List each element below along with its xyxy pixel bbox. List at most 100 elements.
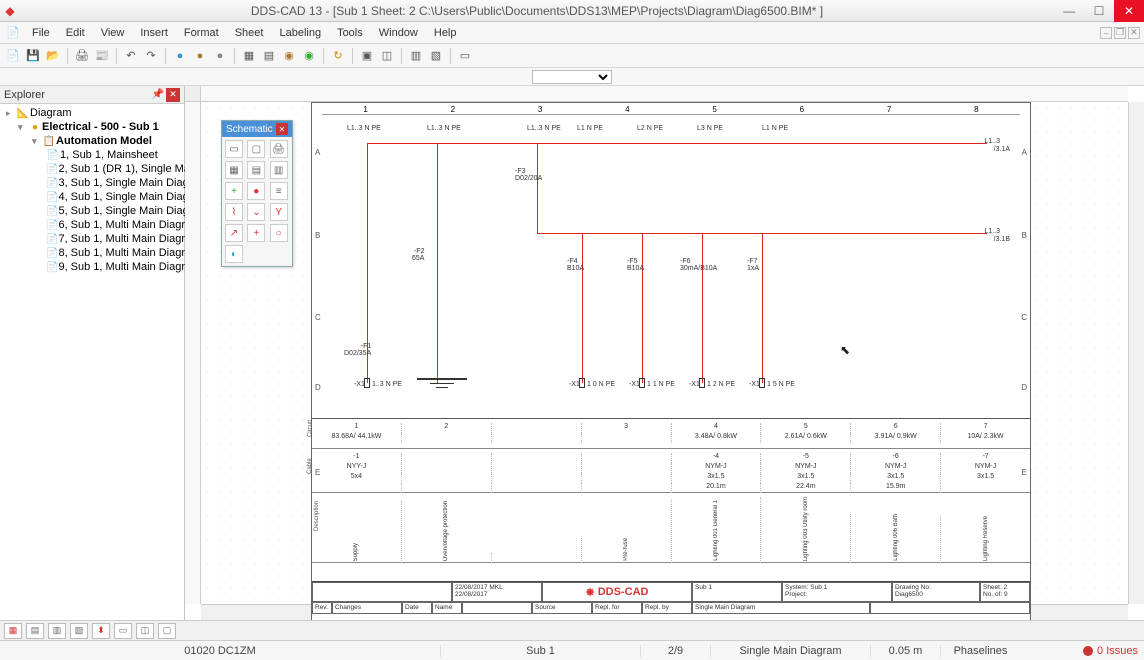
panel-close-button[interactable]: ✕ <box>166 88 180 102</box>
tree-item[interactable]: 📄5, Sub 1, Single Main Diagram <box>2 204 182 218</box>
dropdown-strip <box>0 68 1144 86</box>
tree-item[interactable]: 📄1, Sub 1, Mainsheet <box>2 148 182 162</box>
terminal-label: 1 0 N PE <box>587 381 615 388</box>
tree-item[interactable]: 📄4, Sub 1, Single Main Diagram <box>2 190 182 204</box>
menu-edit[interactable]: Edit <box>58 25 93 41</box>
menu-view[interactable]: View <box>93 25 133 41</box>
palette-tool-icon[interactable]: ↗ <box>225 224 243 242</box>
tree-project[interactable]: ▾●Electrical - 500 - Sub 1 <box>2 120 182 134</box>
tb-rev: Rev. <box>312 602 332 614</box>
data-cell: 7 <box>940 423 1030 433</box>
layer-a-icon[interactable]: ▣ <box>358 47 376 65</box>
status-issues[interactable]: 0 Issues <box>1083 645 1138 657</box>
layer-b-icon[interactable]: ◫ <box>378 47 396 65</box>
view-tab-icon[interactable]: ▭ <box>114 623 132 639</box>
col-number: 3 <box>497 105 584 115</box>
palette-tool-icon[interactable]: + <box>225 182 243 200</box>
globe-brown-icon[interactable]: ● <box>191 47 209 65</box>
save-icon[interactable]: 💾 <box>24 47 42 65</box>
tool-d-icon[interactable]: ◉ <box>300 47 318 65</box>
band-label: Description <box>314 500 320 530</box>
palette-tool-icon[interactable]: ○ <box>270 224 288 242</box>
menu-help[interactable]: Help <box>426 25 465 41</box>
view-tab-icon[interactable]: ▤ <box>26 623 44 639</box>
palette-tool-icon[interactable]: ● <box>247 182 265 200</box>
tool-a-icon[interactable]: ▦ <box>240 47 258 65</box>
scrollbar-vertical[interactable] <box>1128 102 1144 604</box>
sheet-b-icon[interactable]: ▧ <box>427 47 445 65</box>
status-bar: 01020 DC1ZM Sub 1 2/9 Single Main Diagra… <box>0 640 1144 660</box>
view-tab-icon[interactable]: ▦ <box>4 623 22 639</box>
data-cell: 6 <box>850 423 940 433</box>
tree-item[interactable]: 📄6, Sub 1, Multi Main Diagram <box>2 218 182 232</box>
data-cell <box>491 423 581 433</box>
minimize-button[interactable]: — <box>1054 0 1084 22</box>
menu-tools[interactable]: Tools <box>329 25 371 41</box>
mdi-restore-button[interactable]: ❐ <box>1114 27 1126 39</box>
menu-format[interactable]: Format <box>176 25 227 41</box>
tree-automation[interactable]: ▾📋Automation Model <box>2 134 182 148</box>
globe-dim-icon[interactable]: ● <box>211 47 229 65</box>
menu-file[interactable]: File <box>24 25 58 41</box>
tree-root[interactable]: ▸📐Diagram <box>2 106 182 120</box>
menu-sheet[interactable]: Sheet <box>227 25 272 41</box>
drawing-area[interactable]: Schematic ✕ ▭ ▢ 🖨 ▦ ▤ ▥ + ● ≡ ⌇ ⌄ Y <box>185 86 1144 620</box>
redo-icon[interactable]: ↷ <box>142 47 160 65</box>
menu-insert[interactable]: Insert <box>132 25 176 41</box>
close-button[interactable]: ✕ <box>1114 0 1144 22</box>
palette-header[interactable]: Schematic ✕ <box>222 121 292 137</box>
tree-item[interactable]: 📄3, Sub 1, Single Main Diagram <box>2 176 182 190</box>
explorer-title: Explorer <box>4 89 45 101</box>
explorer-panel: Explorer 📌 ✕ ▸📐Diagram ▾●Electrical - 50… <box>0 86 185 620</box>
data-cell: 20.1m <box>671 483 761 493</box>
print-icon[interactable]: 🖨 <box>73 47 91 65</box>
tool-b-icon[interactable]: ▤ <box>260 47 278 65</box>
palette-tool-icon[interactable]: ≡ <box>270 182 288 200</box>
view-tab-icon[interactable]: ⬍ <box>92 623 110 639</box>
mdi-close-button[interactable]: ✕ <box>1128 27 1140 39</box>
mdi-minimize-button[interactable]: – <box>1100 27 1112 39</box>
tree-item[interactable]: 📄7, Sub 1, Multi Main Diagram <box>2 232 182 246</box>
print-preview-icon[interactable]: 📰 <box>93 47 111 65</box>
tb-changes: Changes <box>332 602 402 614</box>
tree-item[interactable]: 📄9, Sub 1, Multi Main Diagram <box>2 260 182 274</box>
status-scale: 0.05 m <box>870 645 940 657</box>
maximize-button[interactable]: ☐ <box>1084 0 1114 22</box>
view-icon[interactable]: ▭ <box>456 47 474 65</box>
bus-line <box>367 143 987 144</box>
rotate-icon[interactable]: ↻ <box>329 47 347 65</box>
undo-icon[interactable]: ↶ <box>122 47 140 65</box>
globe-blue-icon[interactable]: ● <box>171 47 189 65</box>
palette-tool-icon[interactable]: ▢ <box>247 140 265 158</box>
view-tab-icon[interactable]: ◫ <box>136 623 154 639</box>
palette-tool-icon[interactable]: ◐ <box>225 245 243 263</box>
palette-tool-icon[interactable]: ▤ <box>247 161 265 179</box>
view-tab-icon[interactable]: ▧ <box>70 623 88 639</box>
view-tab-icon[interactable]: ▢ <box>158 623 176 639</box>
sheet-a-icon[interactable]: ▥ <box>407 47 425 65</box>
view-tab-icon[interactable]: ▥ <box>48 623 66 639</box>
new-icon[interactable]: 📄 <box>4 47 22 65</box>
menu-labeling[interactable]: Labeling <box>271 25 329 41</box>
tool-c-icon[interactable]: ◉ <box>280 47 298 65</box>
palette-tool-icon[interactable]: ⌄ <box>247 203 265 221</box>
palette-tool-icon[interactable]: ▭ <box>225 140 243 158</box>
tree-item[interactable]: 📄2, Sub 1 (DR 1), Single Main Diagram <box>2 162 182 176</box>
schematic-palette[interactable]: Schematic ✕ ▭ ▢ 🖨 ▦ ▤ ▥ + ● ≡ ⌇ ⌄ Y <box>221 120 293 267</box>
feeder-line <box>762 233 763 383</box>
palette-tool-icon[interactable]: + <box>247 224 265 242</box>
tree-item[interactable]: 📄8, Sub 1, Multi Main Diagram <box>2 246 182 260</box>
bus-end-label: L1..3 <box>984 228 1000 235</box>
menu-window[interactable]: Window <box>371 25 426 41</box>
palette-tool-icon[interactable]: Y <box>270 203 288 221</box>
palette-close-button[interactable]: ✕ <box>276 123 288 135</box>
palette-tool-icon[interactable]: 🖨 <box>270 140 288 158</box>
open-icon[interactable]: 📂 <box>44 47 62 65</box>
bus-label: L2 N PE <box>637 125 663 132</box>
layer-select[interactable] <box>532 70 612 84</box>
bus-end-label: L1..3 <box>984 138 1000 145</box>
palette-tool-icon[interactable]: ▥ <box>270 161 288 179</box>
palette-tool-icon[interactable]: ▦ <box>225 161 243 179</box>
pin-icon[interactable]: 📌 <box>152 89 164 100</box>
palette-tool-icon[interactable]: ⌇ <box>225 203 243 221</box>
